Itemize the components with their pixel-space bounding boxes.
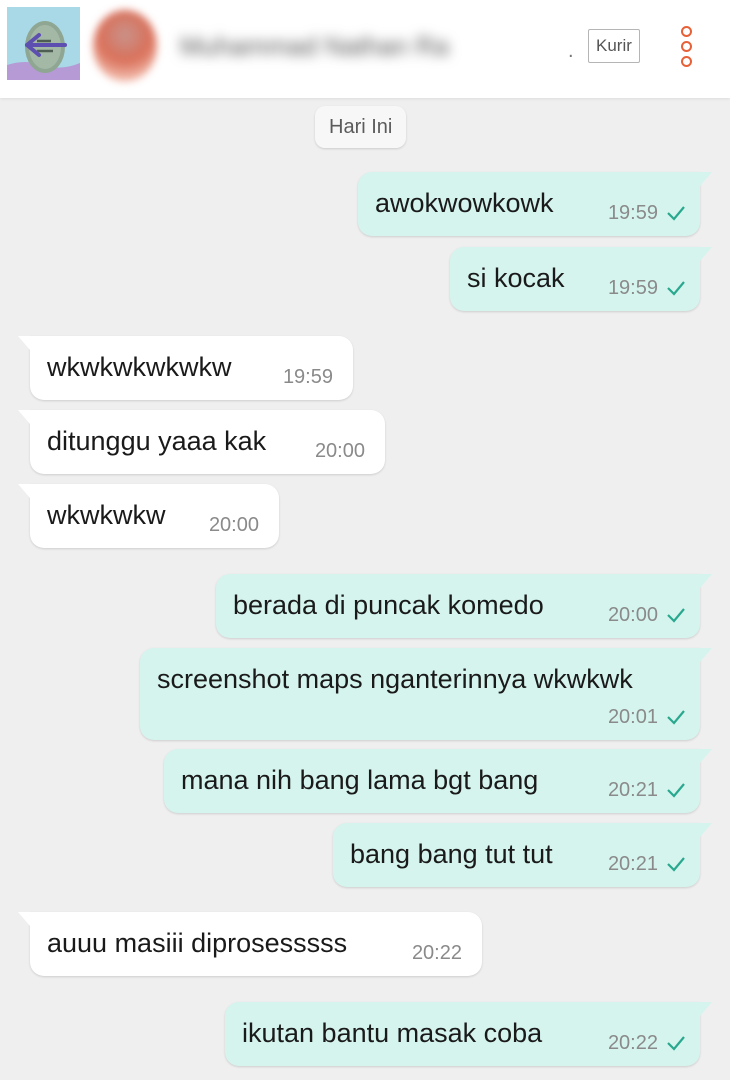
message-time: 20:00 xyxy=(607,604,658,626)
name-ellipsis: . xyxy=(568,40,574,62)
role-badge: Kurir xyxy=(588,29,640,63)
message-bubble-outgoing[interactable]: screenshot maps nganterinnya wkwkwk 20:0… xyxy=(140,648,712,740)
check-icon xyxy=(667,608,685,623)
check-icon xyxy=(667,710,685,725)
message-bubble-outgoing[interactable]: ikutan bantu masak coba 20:22 xyxy=(225,1002,712,1066)
message-time: 20:21 xyxy=(607,779,658,801)
message-bubble-incoming[interactable]: auuu masiii diprosesssss 20:22 xyxy=(18,912,482,976)
message-bubble-outgoing[interactable]: bang bang tut tut 20:21 xyxy=(333,823,712,887)
message-text: ditunggu yaaa kak xyxy=(47,426,267,456)
check-icon xyxy=(667,783,685,798)
chat-header: Muhammad Nathan Ra . Kurir xyxy=(0,0,730,98)
message-time: 20:00 xyxy=(208,514,259,536)
message-time: 20:21 xyxy=(607,853,658,875)
message-time: 19:59 xyxy=(282,366,333,388)
message-text: mana nih bang lama bgt bang xyxy=(181,765,539,795)
message-time: 20:01 xyxy=(607,706,658,728)
date-separator: Hari Ini xyxy=(315,106,407,148)
check-icon xyxy=(667,1036,685,1051)
message-bubble-outgoing[interactable]: si kocak 19:59 xyxy=(450,247,712,311)
message-bubble-incoming[interactable]: wkwkwkwkwkw 19:59 xyxy=(18,336,353,400)
message-time: 19:59 xyxy=(607,277,658,299)
message-bubble-incoming[interactable]: ditunggu yaaa kak 20:00 xyxy=(18,410,385,474)
check-icon xyxy=(667,857,685,872)
check-icon xyxy=(667,206,685,221)
message-bubble-outgoing[interactable]: mana nih bang lama bgt bang 20:21 xyxy=(164,749,712,813)
message-text: berada di puncak komedo xyxy=(233,590,544,620)
message-text: wkwkwkwkwkw xyxy=(47,352,232,382)
arrow-left-icon xyxy=(7,7,80,80)
message-time: 20:22 xyxy=(607,1032,658,1054)
message-text: wkwkwkw xyxy=(47,500,166,530)
vertical-dots-icon[interactable] xyxy=(676,24,696,70)
message-text: auuu masiii diprosesssss xyxy=(47,928,348,958)
message-time: 19:59 xyxy=(607,202,658,224)
message-text: awokwowkowk xyxy=(375,188,554,218)
message-text: ikutan bantu masak coba xyxy=(242,1018,543,1048)
message-time: 20:00 xyxy=(314,440,365,462)
message-bubble-outgoing[interactable]: awokwowkowk 19:59 xyxy=(358,172,712,236)
message-bubble-incoming[interactable]: wkwkwkw 20:00 xyxy=(18,484,279,548)
message-time: 20:22 xyxy=(411,942,462,964)
contact-name[interactable]: Muhammad Nathan Ra xyxy=(180,28,565,64)
contact-avatar[interactable] xyxy=(93,10,157,82)
message-text: si kocak xyxy=(467,263,565,293)
message-bubble-outgoing[interactable]: berada di puncak komedo 20:00 xyxy=(216,574,712,638)
back-button[interactable] xyxy=(7,7,80,80)
message-text: screenshot maps nganterinnya wkwkwk xyxy=(157,664,633,694)
message-text: bang bang tut tut xyxy=(350,839,553,869)
check-icon xyxy=(667,281,685,296)
